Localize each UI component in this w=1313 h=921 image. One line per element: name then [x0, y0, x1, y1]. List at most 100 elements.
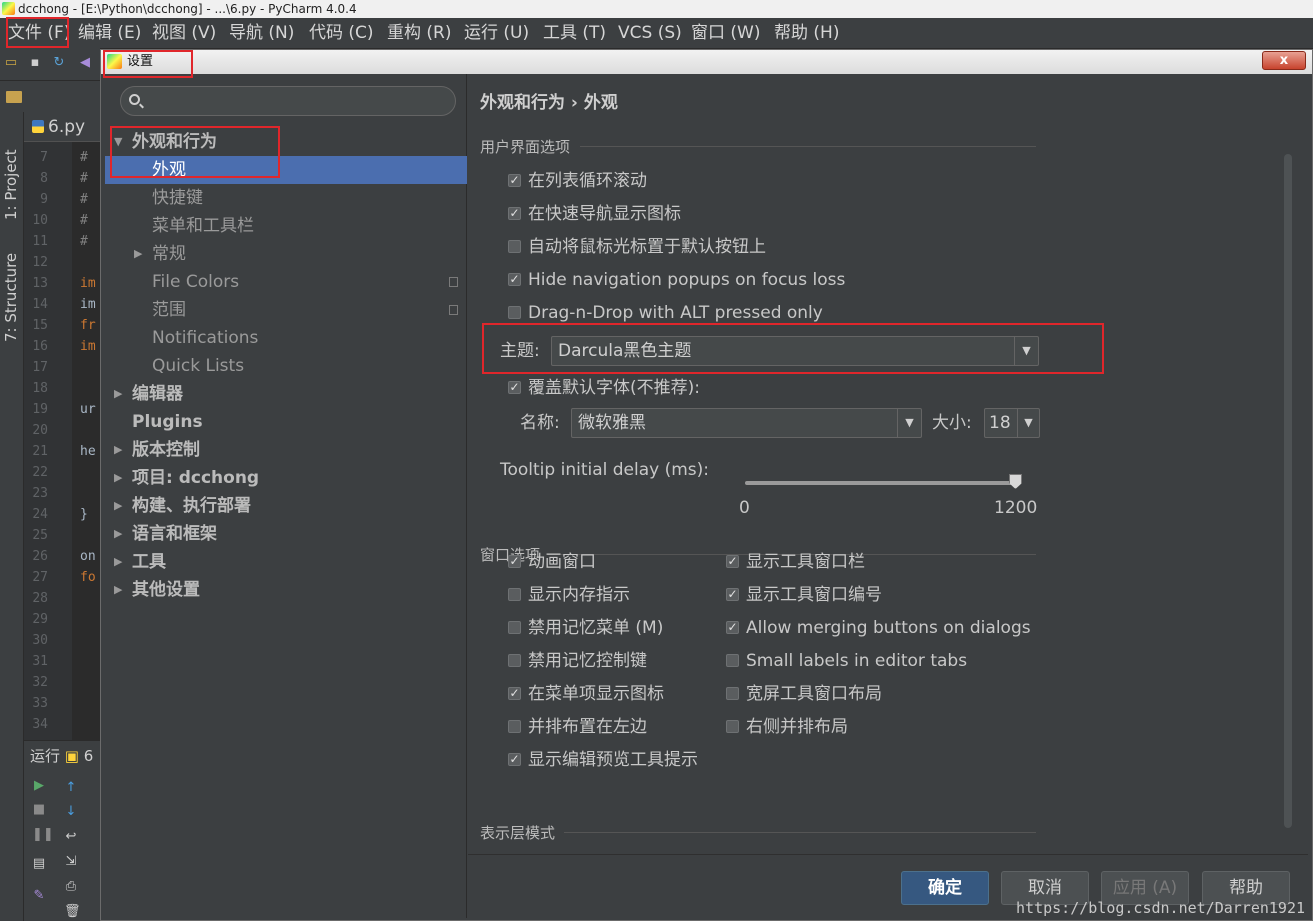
tree-item[interactable]: File Colors — [105, 268, 467, 296]
triangle-right-icon[interactable]: ▶ — [134, 240, 142, 268]
menu-run[interactable]: 运行 (U) — [464, 18, 529, 48]
folder-icon — [6, 91, 22, 103]
tree-item[interactable]: Quick Lists — [105, 352, 467, 380]
code-editor[interactable]: # # # # # im im fr im ur he} on fo — [72, 142, 100, 740]
checkbox-box — [508, 306, 521, 319]
sync-icon[interactable]: ↻ — [52, 56, 66, 70]
tree-item-label: 其他设置 — [132, 580, 200, 600]
editor-tab-6py[interactable]: 6.py — [30, 112, 85, 142]
code-line: # — [80, 213, 88, 228]
triangle-right-icon[interactable]: ▶ — [114, 520, 122, 548]
open-folder-icon[interactable]: ▭ — [4, 56, 18, 70]
tree-item[interactable]: ▶ 构建、执行部署 — [105, 492, 467, 520]
menu-edit[interactable]: 编辑 (E) — [78, 18, 141, 48]
tree-item[interactable]: ▶ 其他设置 — [105, 576, 467, 604]
menu-file[interactable]: 文件 (F) — [8, 18, 70, 48]
font-size-label: 大小: — [932, 413, 972, 433]
pause-icon[interactable]: ❚❚ — [32, 828, 54, 842]
up-arrow-icon[interactable]: ↑ — [64, 781, 78, 795]
scroll-end-icon[interactable]: ⇲ — [64, 855, 78, 869]
toolwindow-project-tab[interactable]: 1: Project — [2, 120, 22, 220]
tree-item[interactable]: 外观 — [105, 156, 467, 184]
editor-tab-bar: 6.py — [24, 112, 100, 142]
theme-combo[interactable]: Darcula黑色主题 ▼ — [551, 336, 1039, 366]
tree-item[interactable]: Plugins — [105, 408, 467, 436]
tree-item-label: 语言和框架 — [132, 524, 217, 544]
toolwindow-structure-tab[interactable]: 7: Structure — [2, 230, 22, 342]
menu-vcs[interactable]: VCS (S) — [618, 18, 682, 48]
down-arrow-icon[interactable]: ↓ — [64, 805, 78, 819]
layout-icon[interactable]: ▤ — [32, 857, 46, 871]
stop-icon[interactable]: ■ — [32, 803, 46, 817]
line-number: 26 — [32, 549, 48, 564]
tree-item[interactable]: ▼ 外观和行为 — [105, 128, 467, 156]
tree-item[interactable]: 快捷键 — [105, 184, 467, 212]
editor-tab-label: 6.py — [48, 117, 86, 137]
slider-track — [745, 481, 1019, 485]
checkbox-label: 在列表循环滚动 — [528, 171, 647, 191]
triangle-right-icon[interactable]: ▶ — [114, 548, 122, 576]
save-icon[interactable]: ▪ — [28, 56, 42, 70]
menu-window[interactable]: 窗口 (W) — [691, 18, 760, 48]
checkbox-box — [508, 720, 521, 733]
checkbox-label: 自动将鼠标光标置于默认按钮上 — [528, 237, 766, 257]
line-number: 31 — [32, 654, 48, 669]
ok-button[interactable]: 确定 — [901, 871, 989, 905]
checkbox-label: 显示内存指示 — [528, 585, 630, 605]
triangle-right-icon[interactable]: ▶ — [114, 380, 122, 408]
font-size-combo[interactable]: 18 ▼ — [984, 408, 1040, 438]
font-name-combo[interactable]: 微软雅黑 ▼ — [571, 408, 922, 438]
project-breadcrumb[interactable]: dcchong — [0, 80, 100, 139]
triangle-right-icon[interactable]: ▶ — [114, 436, 122, 464]
code-line: im — [80, 297, 96, 312]
pin-icon[interactable]: ✎ — [32, 889, 46, 903]
checkbox-label: 右侧并排布局 — [746, 717, 848, 737]
settings-search-input[interactable] — [147, 87, 447, 115]
tree-item[interactable]: Notifications — [105, 324, 467, 352]
tree-item[interactable]: 菜单和工具栏 — [105, 212, 467, 240]
tree-item[interactable]: ▶ 项目: dcchong — [105, 464, 467, 492]
checkbox-box — [508, 654, 521, 667]
triangle-down-icon[interactable]: ▼ — [114, 128, 122, 156]
content-breadcrumb: 外观和行为 › 外观 — [480, 93, 618, 113]
tree-item[interactable]: ▶ 语言和框架 — [105, 520, 467, 548]
run-panel-title: 运行 ▣ 6 — [30, 747, 94, 765]
tree-item[interactable]: ▶ 常规 — [105, 240, 467, 268]
menu-view[interactable]: 视图 (V) — [152, 18, 216, 48]
trash-icon[interactable]: 🗑 — [64, 905, 81, 919]
menu-code[interactable]: 代码 (C) — [309, 18, 374, 48]
dialog-title-bar[interactable]: 设置 x — [101, 50, 1312, 74]
tree-item-label: 外观 — [152, 160, 186, 180]
line-number: 8 — [40, 171, 48, 186]
triangle-right-icon[interactable]: ▶ — [114, 464, 122, 492]
triangle-right-icon[interactable]: ▶ — [114, 576, 122, 604]
wrap-icon[interactable]: ↩ — [64, 830, 78, 844]
checkbox-label: 显示工具窗口栏 — [746, 552, 865, 572]
tree-item[interactable]: ▶ 编辑器 — [105, 380, 467, 408]
tree-item-label: 构建、执行部署 — [132, 496, 251, 516]
dialog-close-button[interactable]: x — [1262, 51, 1306, 70]
menu-refactor[interactable]: 重构 (R) — [387, 18, 451, 48]
print-icon[interactable]: ⎙ — [64, 880, 78, 894]
back-icon[interactable]: ◀ — [78, 56, 92, 70]
tooltip-delay-slider[interactable] — [745, 474, 1022, 494]
dialog-title: 设置 — [127, 54, 154, 69]
code-line: fr — [80, 318, 96, 333]
triangle-right-icon[interactable]: ▶ — [114, 492, 122, 520]
checkbox-box: ✓ — [726, 587, 739, 601]
ide-title-bar: dcchong - [E:\Python\dcchong] - ...\6.py… — [0, 0, 1313, 18]
tree-item[interactable]: ▶ 工具 — [105, 548, 467, 576]
menu-help[interactable]: 帮助 (H) — [774, 18, 839, 48]
tree-item[interactable]: ▶ 版本控制 — [105, 436, 467, 464]
line-number: 25 — [32, 528, 48, 543]
slider-thumb[interactable] — [1009, 474, 1022, 489]
settings-search-box[interactable] — [120, 86, 456, 116]
checkbox-box: ✓ — [508, 173, 521, 187]
run-icon[interactable]: ▶ — [32, 779, 46, 793]
menu-tools[interactable]: 工具 (T) — [543, 18, 606, 48]
content-scrollbar[interactable] — [1284, 154, 1292, 828]
menu-navigate[interactable]: 导航 (N) — [229, 18, 294, 48]
line-number: 33 — [32, 696, 48, 711]
tree-item[interactable]: 范围 — [105, 296, 467, 324]
line-number: 9 — [40, 192, 48, 207]
